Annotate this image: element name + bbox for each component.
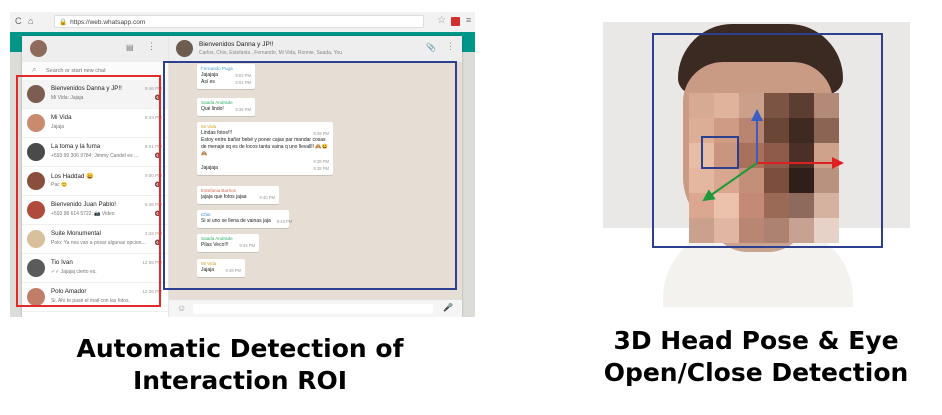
right-caption-line-2: Open/Close Detection: [603, 358, 909, 387]
home-icon[interactable]: ⌂: [28, 16, 33, 26]
conversation-title: Bienvenidos Danna y JP!!: [199, 41, 274, 48]
paperclip-icon[interactable]: 📎: [426, 43, 436, 52]
z-axis-arrow: [702, 162, 758, 202]
left-caption-line-1: Automatic Detection of: [76, 334, 404, 363]
right-caption-line-1: 3D Head Pose & Eye: [613, 326, 899, 355]
search-icon: ⌕: [32, 65, 37, 74]
new-chat-icon[interactable]: ▤: [126, 43, 134, 52]
browser-menu-icon[interactable]: ≡: [466, 15, 471, 25]
star-icon[interactable]: ☆: [437, 15, 446, 26]
address-bar[interactable]: 🔒 https://web.whatsapp.com: [54, 15, 424, 28]
left-caption-line-2: Interaction ROI: [132, 366, 348, 395]
address-bar-url: https://web.whatsapp.com: [70, 19, 146, 26]
menu-icon[interactable]: ⋮: [147, 41, 156, 52]
list-item[interactable]: Mami11:30 AM: [22, 312, 168, 317]
message-area-roi-box: [163, 61, 457, 290]
smiley-icon[interactable]: ☺: [177, 303, 186, 313]
left-caption: Automatic Detection of Interaction ROI: [40, 333, 440, 397]
avatar[interactable]: [30, 40, 47, 57]
conversation-header[interactable]: Bienvenidos Danna y JP!! Carlos, Chio, E…: [169, 36, 462, 62]
message-input[interactable]: [193, 304, 433, 314]
chat-list-roi-box: [16, 75, 161, 307]
head-pose-axes: [702, 109, 844, 202]
conversation-menu-icon[interactable]: ⋮: [446, 41, 455, 52]
conversation-members: Carlos, Chio, Estefania , Fernando, Mi V…: [199, 50, 343, 56]
right-caption: 3D Head Pose & Eye Open/Close Detection: [570, 325, 942, 389]
microphone-icon[interactable]: 🎤: [443, 303, 453, 312]
group-avatar[interactable]: [176, 40, 193, 57]
browser-toolbar: C ⌂ 🔒 https://web.whatsapp.com ☆ ≡: [10, 12, 475, 33]
sidebar-header: ▤ ⋮: [22, 36, 168, 62]
lock-icon: 🔒: [59, 19, 68, 26]
extension-icon[interactable]: [451, 17, 460, 26]
back-arrow-icon[interactable]: C: [15, 16, 22, 26]
composer: ☺ 🎤: [169, 299, 462, 317]
